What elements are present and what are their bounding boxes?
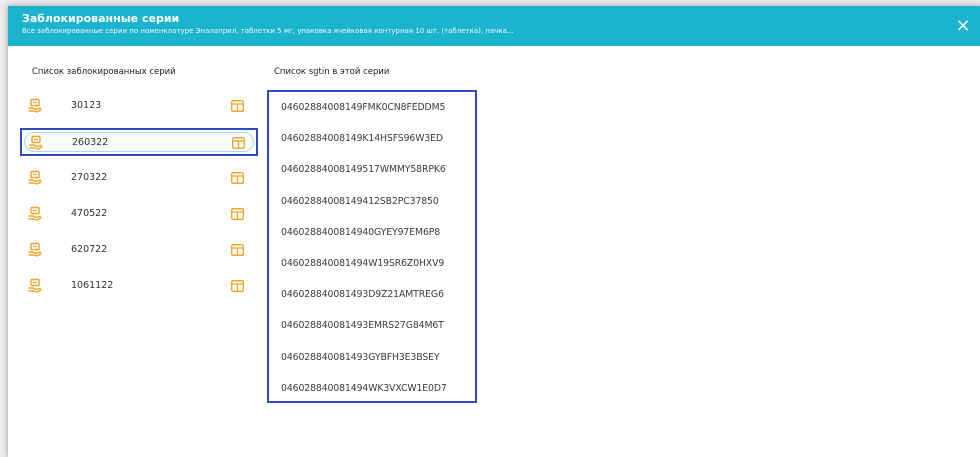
- table-icon[interactable]: [232, 137, 245, 149]
- package-hand-icon: [29, 135, 43, 150]
- blocked-series-modal: Заблокированные серии Все заблокированны…: [8, 6, 980, 457]
- series-item-270322[interactable]: 270322: [20, 164, 258, 192]
- table-icon[interactable]: [231, 100, 244, 112]
- sgtin-item[interactable]: 046028840081493D9Z21AMTREG6: [269, 283, 475, 314]
- series-label: 470522: [71, 208, 108, 219]
- table-icon[interactable]: [231, 244, 244, 256]
- package-hand-icon: [28, 278, 42, 293]
- modal-header: Заблокированные серии Все заблокированны…: [8, 6, 980, 46]
- sgtin-list-heading: Список sgtin в этой серии: [274, 67, 390, 77]
- series-item-620722[interactable]: 620722: [20, 236, 258, 264]
- package-hand-icon: [28, 170, 42, 185]
- package-hand-icon: [28, 98, 42, 113]
- sgtin-item[interactable]: 04602884008149412SB2PC37850: [269, 190, 475, 221]
- sgtin-item[interactable]: 04602884008149FMK0CN8FEDDM5: [269, 96, 475, 127]
- table-icon[interactable]: [231, 172, 244, 184]
- series-list-heading: Список заблокированных серий: [32, 67, 176, 77]
- sgtin-item[interactable]: 04602884008149517WMMY58RPK6: [269, 158, 475, 189]
- package-hand-icon: [28, 242, 42, 257]
- sgtin-item[interactable]: 046028840081494WK3VXCW1E0D7: [269, 377, 475, 408]
- series-item-260322[interactable]: 260322: [20, 128, 258, 156]
- close-icon[interactable]: ×: [952, 15, 974, 37]
- sgtin-list: 04602884008149FMK0CN8FEDDM5 0460288400814…: [267, 90, 477, 403]
- series-label: 1061122: [71, 280, 114, 291]
- series-label: 260322: [72, 137, 109, 148]
- series-list: 30123 260322 270322 470522 620722 106112…: [20, 92, 258, 308]
- package-hand-icon: [28, 206, 42, 221]
- series-label: 270322: [71, 172, 108, 183]
- modal-subtitle: Все заблокированные серии по номенклатур…: [22, 27, 514, 35]
- series-label: 620722: [71, 244, 108, 255]
- table-icon[interactable]: [231, 280, 244, 292]
- sgtin-item[interactable]: 0460288400814940GYEY97EM6P8: [269, 221, 475, 252]
- table-icon[interactable]: [231, 208, 244, 220]
- selection-highlight: [24, 132, 254, 152]
- sgtin-item[interactable]: 046028840081493GYBFH3E3BSEY: [269, 346, 475, 377]
- series-label: 30123: [71, 100, 102, 111]
- sgtin-item[interactable]: 046028840081494W19SR6Z0HXV9: [269, 252, 475, 283]
- series-item-1061122[interactable]: 1061122: [20, 272, 258, 300]
- series-item-30123[interactable]: 30123: [20, 92, 258, 120]
- sgtin-item[interactable]: 04602884008149K14HSFS96W3ED: [269, 127, 475, 158]
- modal-title: Заблокированные серии: [22, 12, 180, 25]
- series-item-470522[interactable]: 470522: [20, 200, 258, 228]
- sgtin-item[interactable]: 046028840081493EMRS27G84M6T: [269, 314, 475, 345]
